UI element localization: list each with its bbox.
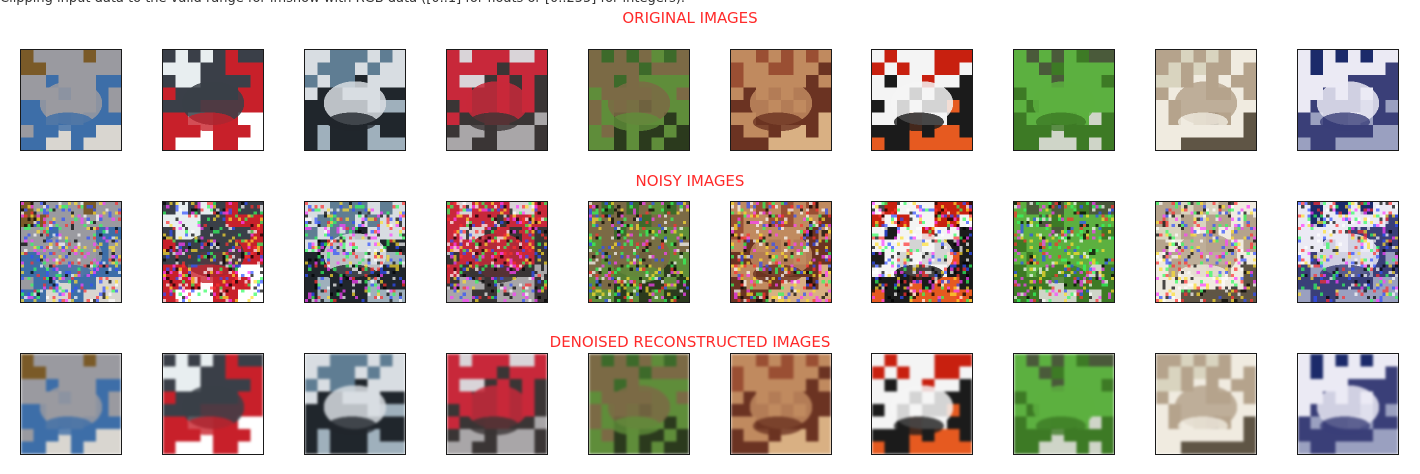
row-title-original-images: ORIGINAL IMAGES xyxy=(622,9,758,27)
ship-image xyxy=(304,50,405,150)
frog-image xyxy=(1014,354,1115,454)
original-images-tile-2 xyxy=(303,49,406,151)
ship-image xyxy=(304,202,405,302)
denoised-reconstructed-images-tile-6 xyxy=(871,353,974,455)
noisy-images-tile-7 xyxy=(1013,201,1116,303)
noisy-images-tile-2 xyxy=(303,201,406,303)
row-title-noisy-images: NOISY IMAGES xyxy=(635,172,745,190)
original-images-tile-8 xyxy=(1155,49,1258,151)
original-images-tile-3 xyxy=(445,49,548,151)
denoised-reconstructed-images-tile-8 xyxy=(1155,353,1258,455)
noisy-images-tile-4 xyxy=(587,201,690,303)
denoised-reconstructed-images-tile-2 xyxy=(303,353,406,455)
ship-image xyxy=(162,202,263,302)
ship-image xyxy=(162,50,263,150)
original-images-tile-9 xyxy=(1297,49,1400,151)
cat-image xyxy=(21,50,121,150)
automobile-image xyxy=(1298,50,1399,150)
frog-image xyxy=(1014,202,1115,302)
noisy-images-tile-5 xyxy=(729,201,832,303)
automobile-image xyxy=(872,50,973,150)
frog-image xyxy=(588,50,689,150)
ship-image xyxy=(162,354,263,454)
original-images-tile-4 xyxy=(587,49,690,151)
airplane-image xyxy=(446,50,547,150)
noisy-images-tile-0 xyxy=(20,201,122,303)
automobile-image xyxy=(872,354,973,454)
original-images-tile-5 xyxy=(729,49,832,151)
cat-image xyxy=(1156,202,1257,302)
cat-image xyxy=(21,354,121,454)
airplane-image xyxy=(446,202,547,302)
denoised-reconstructed-images-tile-5 xyxy=(729,353,832,455)
cat-image xyxy=(1156,50,1257,150)
original-images-tile-7 xyxy=(1013,49,1116,151)
frog-image xyxy=(588,202,689,302)
original-images-tile-1 xyxy=(161,49,264,151)
frog-image xyxy=(730,354,831,454)
noisy-images-tile-3 xyxy=(445,201,548,303)
frog-image xyxy=(730,202,831,302)
airplane-image xyxy=(446,354,547,454)
original-images-tile-0 xyxy=(20,49,122,151)
denoised-reconstructed-images-tile-9 xyxy=(1297,353,1400,455)
denoised-reconstructed-images-tile-1 xyxy=(161,353,264,455)
cat-image xyxy=(1156,354,1257,454)
denoised-reconstructed-images-tile-3 xyxy=(445,353,548,455)
noisy-images-tile-6 xyxy=(871,201,974,303)
automobile-image xyxy=(872,202,973,302)
frog-image xyxy=(730,50,831,150)
frog-image xyxy=(588,354,689,454)
denoised-reconstructed-images-tile-4 xyxy=(587,353,690,455)
automobile-image xyxy=(1298,202,1399,302)
noisy-images-tile-9 xyxy=(1297,201,1400,303)
row-title-denoised-reconstructed-images: DENOISED RECONSTRUCTED IMAGES xyxy=(549,333,831,351)
original-images-tile-6 xyxy=(871,49,974,151)
denoised-reconstructed-images-tile-7 xyxy=(1013,353,1116,455)
cat-image xyxy=(21,202,121,302)
noisy-images-tile-1 xyxy=(161,201,264,303)
ship-image xyxy=(304,354,405,454)
frog-image xyxy=(1014,50,1115,150)
clipping-notice: Clipping input data to the valid range f… xyxy=(0,0,1420,9)
automobile-image xyxy=(1298,354,1399,454)
noisy-images-tile-8 xyxy=(1155,201,1258,303)
denoised-reconstructed-images-tile-0 xyxy=(20,353,122,455)
